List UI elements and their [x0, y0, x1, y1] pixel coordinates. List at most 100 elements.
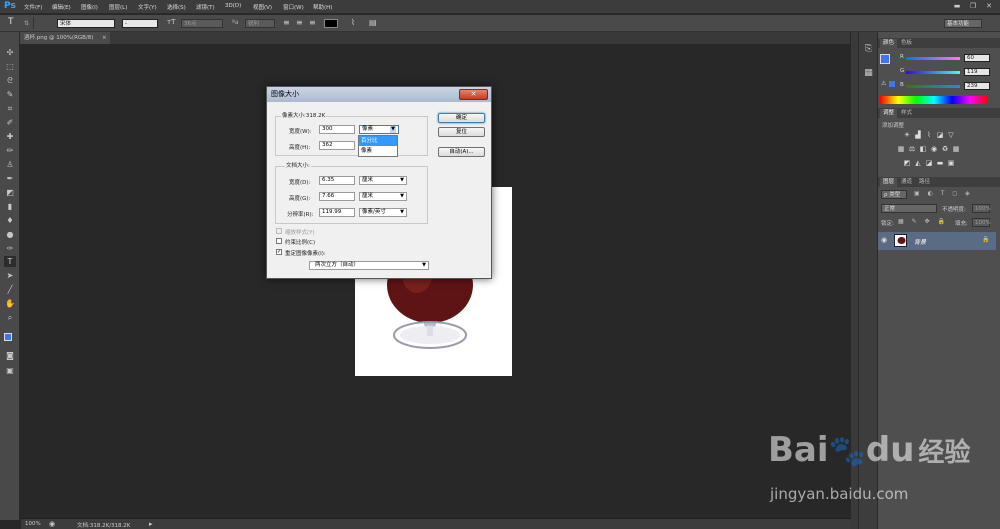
doc-height-input[interactable]: 7.66	[319, 192, 355, 201]
antialias-select[interactable]: 锐利	[245, 19, 275, 28]
menu-type[interactable]: 文字(Y)	[138, 3, 157, 11]
screen-mode-icon[interactable]: ▣	[4, 365, 16, 376]
font-family-select[interactable]: 宋体	[57, 19, 115, 28]
levels-icon[interactable]: ▟	[914, 132, 922, 139]
orientation-toggle-icon[interactable]: ⇅	[24, 20, 29, 27]
dropdown-option-pixels[interactable]: 像素	[359, 146, 397, 156]
layer-row-background[interactable]: ◉ 背景 🔒	[878, 232, 996, 250]
doc-width-unit-select[interactable]: 厘米 ▼	[359, 176, 407, 185]
menu-edit[interactable]: 编辑(E)	[52, 3, 71, 11]
photo-filter-icon[interactable]: ◉	[930, 146, 938, 153]
menu-select[interactable]: 选择(S)	[167, 3, 186, 11]
channel-mixer-icon[interactable]: ♻	[941, 146, 949, 153]
lasso-tool-icon[interactable]: ᘓ	[4, 75, 16, 86]
blend-mode-select[interactable]: 正常	[881, 204, 937, 213]
menu-3d[interactable]: 3D(D)	[225, 3, 241, 9]
eraser-tool-icon[interactable]: ◩	[4, 187, 16, 198]
menu-image[interactable]: 图像(I)	[81, 3, 98, 11]
menu-help[interactable]: 帮助(H)	[313, 3, 332, 11]
layer-filter-select[interactable]: ρ 类型	[881, 190, 907, 199]
close-window-button[interactable]: ✕	[982, 2, 996, 11]
text-color-swatch[interactable]	[324, 19, 338, 28]
resample-checkbox[interactable]: ✓	[276, 249, 282, 255]
gradient-map-icon[interactable]: ▬	[936, 160, 944, 167]
font-style-select[interactable]: -	[122, 19, 158, 28]
tab-layers[interactable]: 图层	[880, 178, 898, 187]
lock-icons[interactable]: ▦ ✎ ✥ 🔒	[898, 218, 948, 225]
zoom-level[interactable]: 100%	[25, 521, 41, 527]
color-lookup-icon[interactable]: ▦	[952, 146, 960, 153]
tab-swatches[interactable]: 色板	[898, 39, 915, 48]
g-value-input[interactable]: 119	[964, 68, 990, 76]
height-input[interactable]: 362	[319, 141, 355, 150]
character-panel-icon[interactable]: ▤	[369, 18, 377, 27]
layer-filter-icons[interactable]: ▣ ◐ T ◻ ◈	[914, 190, 973, 197]
menu-filter[interactable]: 滤镜(T)	[196, 3, 215, 11]
g-slider[interactable]	[906, 71, 960, 74]
document-tab[interactable]: 酒杯.png @ 100%(RGB/8) ×	[20, 32, 110, 44]
menu-window[interactable]: 窗口(W)	[283, 3, 304, 11]
reset-button[interactable]: 复位	[438, 127, 485, 137]
warp-text-icon[interactable]: ⌇	[351, 18, 355, 27]
align-center-icon[interactable]: ≡	[296, 18, 303, 27]
history-brush-icon[interactable]: ✒	[4, 173, 16, 184]
width-input[interactable]: 300	[319, 125, 355, 134]
resolution-input[interactable]: 119.99	[319, 208, 355, 217]
zoom-tool-icon[interactable]: ⌕	[4, 312, 16, 323]
color-fg-swatch[interactable]	[880, 54, 890, 64]
shape-tool-icon[interactable]: ╱	[4, 284, 16, 295]
vibrance-icon[interactable]: ▽	[947, 132, 955, 139]
doc-width-input[interactable]: 6.35	[319, 176, 355, 185]
crop-tool-icon[interactable]: ⌗	[4, 103, 16, 114]
eyedropper-tool-icon[interactable]: ✐	[4, 117, 16, 128]
scale-styles-checkbox[interactable]	[276, 228, 282, 234]
restore-button[interactable]: ❐	[966, 2, 980, 11]
path-select-icon[interactable]: ➤	[4, 270, 16, 281]
hue-sat-icon[interactable]: ▦	[897, 146, 905, 153]
gradient-tool-icon[interactable]: ▮	[4, 201, 16, 212]
color-balance-icon[interactable]: ⚖	[908, 146, 916, 153]
fill-input[interactable]: 100%	[972, 218, 991, 227]
healing-brush-icon[interactable]: ✚	[4, 131, 16, 142]
brightness-icon[interactable]: ☀	[903, 132, 911, 139]
menu-file[interactable]: 文件(F)	[24, 3, 42, 11]
auto-button[interactable]: 自动(A)...	[438, 147, 485, 157]
gamut-swatch[interactable]	[889, 81, 895, 87]
r-slider[interactable]	[906, 57, 960, 60]
dialog-close-button[interactable]: ✕	[459, 89, 488, 100]
tab-adjustments[interactable]: 调整	[880, 109, 898, 118]
quick-select-tool-icon[interactable]: ✎	[4, 89, 16, 100]
doc-height-unit-select[interactable]: 厘米 ▼	[359, 192, 407, 201]
tab-styles[interactable]: 样式	[898, 109, 915, 118]
history-panel-icon[interactable]: ⎘	[863, 44, 874, 55]
pen-tool-icon[interactable]: ✑	[4, 243, 16, 254]
hand-tool-icon[interactable]: ✋	[4, 298, 16, 309]
bw-icon[interactable]: ◧	[919, 146, 927, 153]
tab-channels[interactable]: 通道	[898, 178, 915, 187]
font-size-select[interactable]: 36点	[181, 19, 223, 28]
close-tab-icon[interactable]: ×	[102, 32, 107, 44]
menu-layer[interactable]: 图层(L)	[109, 3, 127, 11]
threshold-icon[interactable]: ◪	[925, 160, 933, 167]
workspace-select[interactable]: 基本功能	[944, 19, 982, 28]
marquee-tool-icon[interactable]: ⬚	[4, 61, 16, 72]
constrain-checkbox[interactable]	[276, 238, 282, 244]
move-tool-icon[interactable]: ✣	[4, 47, 16, 58]
type-tool-icon[interactable]: T	[8, 17, 14, 27]
opacity-input[interactable]: 100%	[972, 204, 991, 213]
brush-tool-icon[interactable]: ✏	[4, 145, 16, 156]
align-right-icon[interactable]: ≡	[309, 18, 316, 27]
r-value-input[interactable]: 60	[964, 54, 990, 62]
dropdown-option-percent[interactable]: 百分比	[359, 136, 397, 146]
width-unit-select[interactable]: 像素 ▼	[359, 125, 399, 134]
minimize-button[interactable]: ▬	[950, 2, 964, 11]
resample-method-select[interactable]: 两次立方（自动） ▼	[309, 261, 429, 270]
selective-color-icon[interactable]: ▣	[947, 160, 955, 167]
status-menu-arrow[interactable]: ▸	[149, 520, 153, 528]
posterize-icon[interactable]: ◭	[914, 160, 922, 167]
b-value-input[interactable]: 239	[964, 82, 990, 90]
tab-color[interactable]: 颜色	[880, 39, 898, 48]
b-slider[interactable]	[906, 85, 960, 88]
quick-mask-icon[interactable]: ◙	[4, 350, 16, 361]
dodge-tool-icon[interactable]: ●	[4, 229, 16, 240]
